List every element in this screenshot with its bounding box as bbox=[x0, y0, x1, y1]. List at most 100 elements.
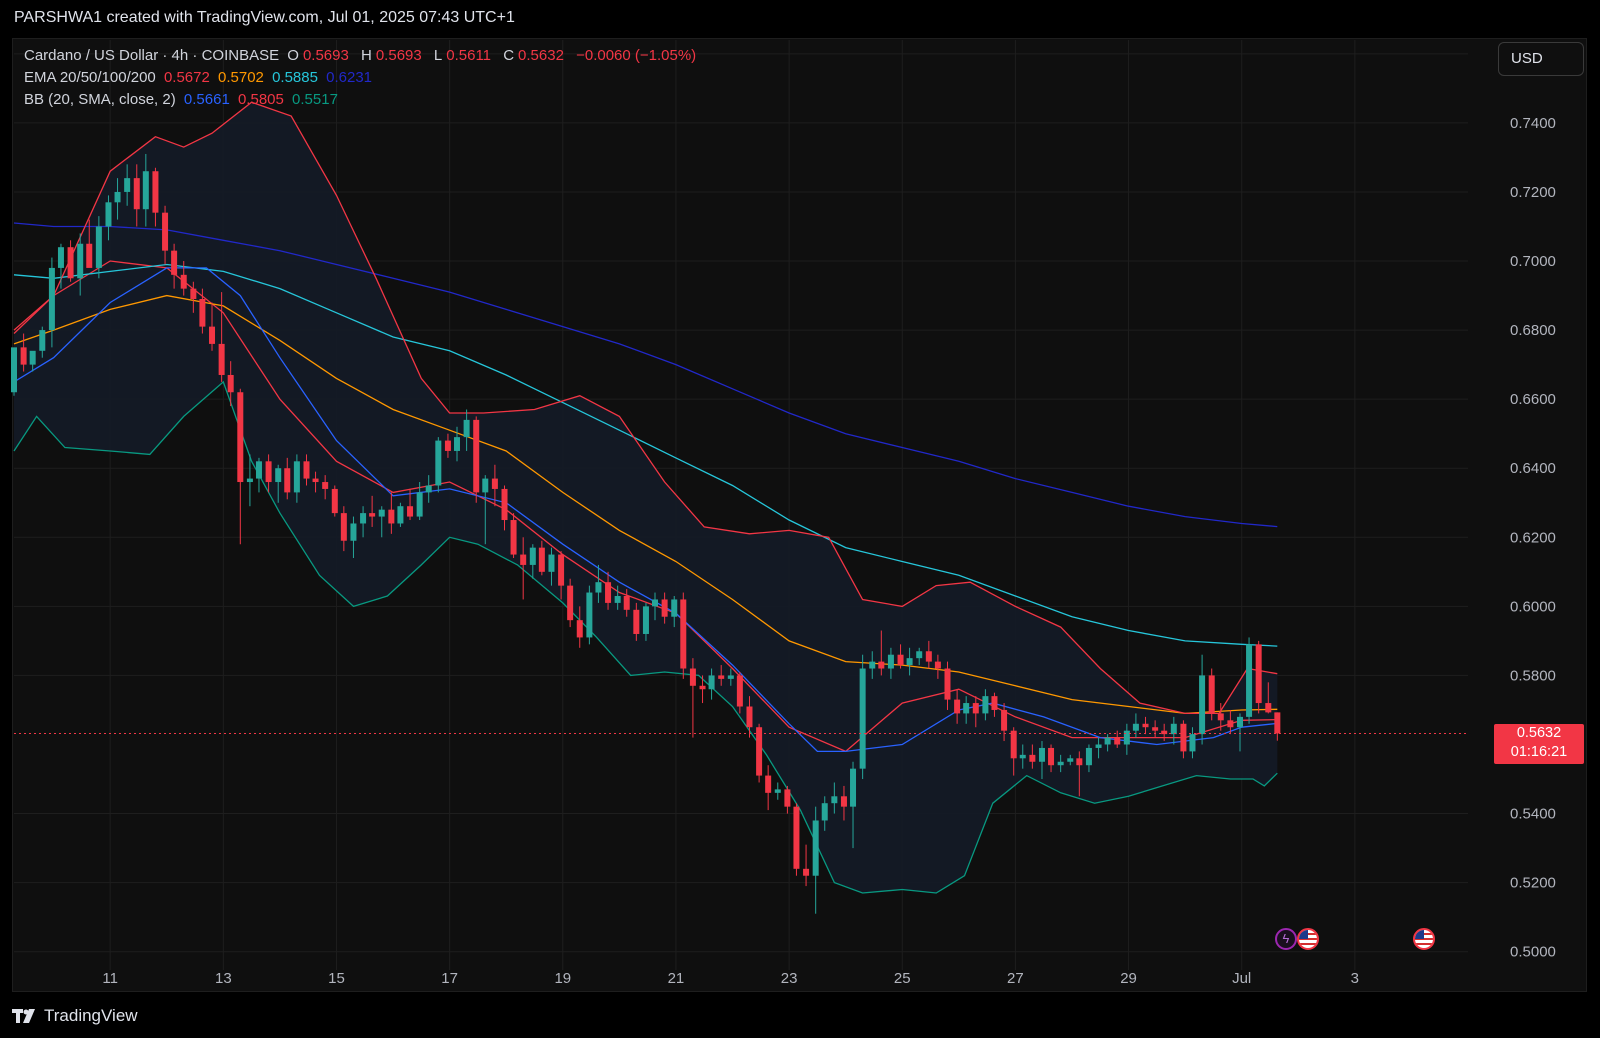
legend-ema-row[interactable]: EMA 20/50/100/200 0.5672 0.5702 0.5885 0… bbox=[24, 69, 376, 86]
candle bbox=[1246, 637, 1253, 724]
legend-bb-row[interactable]: BB (20, SMA, close, 2) 0.5661 0.5805 0.5… bbox=[24, 91, 342, 108]
candle-body bbox=[576, 620, 583, 638]
candle bbox=[331, 485, 338, 517]
time-tick-label: 11 bbox=[102, 970, 118, 987]
candle-body bbox=[831, 796, 838, 804]
candle-body bbox=[1265, 703, 1272, 713]
candle-body bbox=[661, 599, 668, 617]
candle-body bbox=[152, 171, 159, 213]
candle bbox=[397, 502, 404, 527]
currency-button[interactable]: USD bbox=[1498, 42, 1584, 76]
tradingview-logo[interactable]: TradingView bbox=[12, 1006, 138, 1026]
candle-body bbox=[934, 661, 941, 669]
candle-body bbox=[491, 478, 498, 489]
bolt-icon[interactable]: ϟ bbox=[1275, 928, 1297, 950]
candle-body bbox=[1095, 744, 1102, 748]
ohlc-open: O 0.5693 bbox=[287, 47, 349, 64]
candle bbox=[435, 437, 442, 493]
candle-body bbox=[520, 554, 527, 565]
candle-body bbox=[482, 478, 489, 493]
candle-body bbox=[388, 509, 395, 524]
candle bbox=[793, 803, 800, 876]
price-tick-label: 0.6200 bbox=[1510, 529, 1556, 546]
price-tick-label: 0.6000 bbox=[1510, 598, 1556, 615]
candle-body bbox=[510, 520, 517, 555]
candle-body bbox=[20, 347, 27, 365]
candle-body bbox=[558, 554, 565, 586]
candle-body bbox=[869, 661, 876, 669]
candle-body bbox=[237, 392, 244, 483]
candle-body bbox=[756, 727, 763, 776]
candle bbox=[1255, 640, 1262, 714]
candle-body bbox=[57, 247, 64, 268]
candle-body bbox=[180, 274, 187, 289]
price-chart[interactable]: 0.5000 0.5200 0.5400 0.5800 0.6000 0.6200 0.64… bbox=[0, 0, 1600, 1038]
candle-body bbox=[77, 243, 84, 279]
candle-body bbox=[1227, 720, 1234, 728]
candle-body bbox=[322, 482, 329, 489]
candle-body bbox=[124, 178, 131, 192]
time-tick-label: 19 bbox=[554, 970, 571, 987]
candle-body bbox=[171, 250, 178, 275]
candle-body bbox=[859, 668, 866, 769]
candle-body bbox=[1114, 737, 1121, 745]
candle-body bbox=[699, 685, 706, 690]
price-tick-label: 0.5200 bbox=[1510, 875, 1556, 892]
candle-body bbox=[473, 419, 480, 493]
ohlc-high: H 0.5693 bbox=[361, 47, 422, 64]
candle bbox=[586, 585, 593, 645]
candle-body bbox=[48, 267, 55, 331]
candle-body bbox=[1142, 723, 1149, 728]
candle-body bbox=[548, 554, 555, 572]
candle-body bbox=[397, 506, 404, 524]
candle-body bbox=[1217, 713, 1224, 721]
us-flag-icon[interactable] bbox=[1297, 928, 1319, 950]
candle-body bbox=[1255, 644, 1262, 704]
candle-body bbox=[293, 461, 300, 493]
candle-body bbox=[1132, 723, 1139, 731]
candle bbox=[812, 806, 819, 914]
candle-body bbox=[586, 592, 593, 638]
candle-body bbox=[633, 609, 640, 634]
time-tick-label: 23 bbox=[781, 970, 798, 987]
candle-body bbox=[1057, 761, 1064, 766]
price-change: −0.0060 (−1.05%) bbox=[576, 47, 697, 64]
price-tick-label: 0.6600 bbox=[1510, 391, 1556, 408]
candle bbox=[473, 416, 480, 503]
symbol-name[interactable]: Cardano / US Dollar · 4h · COINBASE bbox=[24, 47, 279, 64]
price-tick-label: 0.6800 bbox=[1510, 322, 1556, 339]
candle-body bbox=[209, 326, 216, 344]
candle bbox=[680, 592, 687, 679]
price-tick-label: 0.7000 bbox=[1510, 253, 1556, 270]
ema20-value: 0.5672 bbox=[163, 69, 210, 86]
candle-body bbox=[29, 350, 36, 365]
candle-body bbox=[567, 585, 574, 621]
candle-body bbox=[1076, 758, 1083, 766]
candle-body bbox=[982, 696, 989, 714]
candle-body bbox=[671, 599, 678, 617]
time-tick-label: 25 bbox=[894, 970, 911, 987]
time-tick-label: 29 bbox=[1120, 970, 1137, 987]
price-tick-label: 0.5800 bbox=[1510, 667, 1556, 684]
ema200-value: 0.6231 bbox=[326, 69, 373, 86]
candle-body bbox=[614, 595, 621, 603]
time-tick-label: 21 bbox=[668, 970, 685, 987]
candle-body bbox=[840, 796, 847, 807]
time-tick-label: 15 bbox=[328, 970, 345, 987]
us-flag-icon[interactable] bbox=[1413, 928, 1435, 950]
candle-body bbox=[86, 243, 93, 268]
candle-body bbox=[162, 212, 169, 251]
candle-body bbox=[595, 582, 602, 593]
candle-body bbox=[425, 485, 432, 493]
candle-body bbox=[105, 202, 112, 227]
candle-body bbox=[1085, 747, 1092, 766]
candle-body bbox=[227, 374, 234, 393]
candle-body bbox=[407, 506, 414, 517]
candle-body bbox=[689, 668, 696, 686]
ohlc-close: C 0.5632 bbox=[503, 47, 564, 64]
candle-body bbox=[350, 523, 357, 541]
candle bbox=[1199, 654, 1206, 745]
brand-name: TradingView bbox=[44, 1006, 138, 1025]
candle-body bbox=[199, 299, 206, 327]
candle-body bbox=[878, 661, 885, 669]
